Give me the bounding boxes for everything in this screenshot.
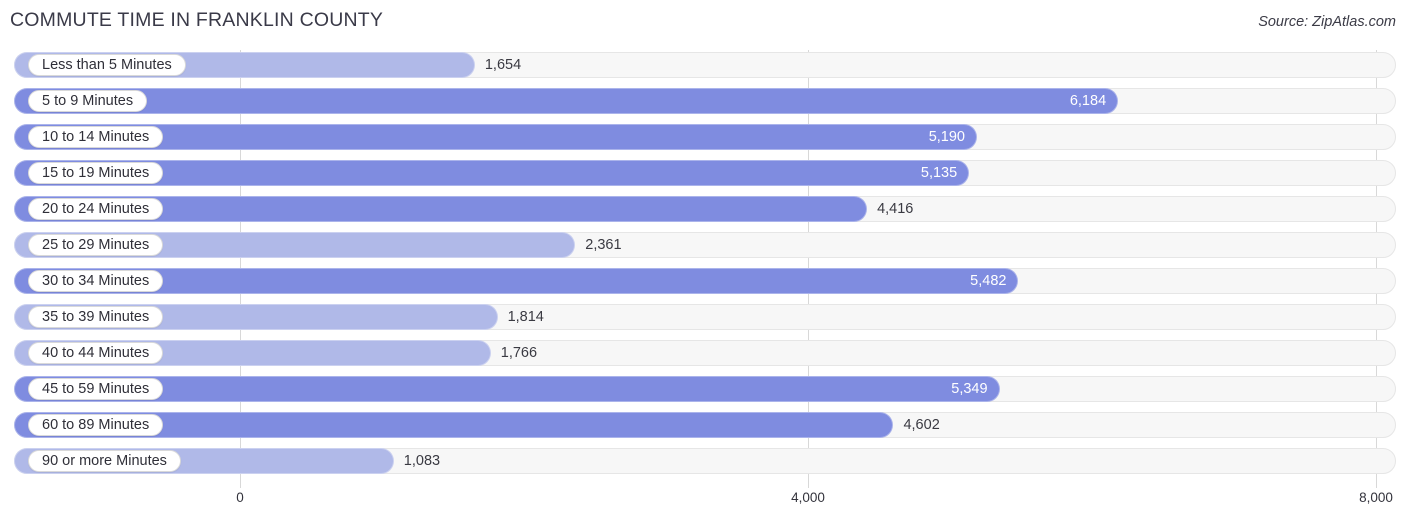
bar-row[interactable]: Less than 5 Minutes 1,654: [14, 52, 1396, 78]
bar-row[interactable]: 40 to 44 Minutes 1,766: [14, 340, 1396, 366]
bar-value-label: 5,135: [920, 165, 958, 181]
bar-value-label: 5,482: [970, 273, 1007, 289]
bar-category-label: 40 to 44 Minutes: [28, 342, 164, 364]
bar-category-label: 15 to 19 Minutes: [28, 162, 164, 184]
bar-value-label: 6,184: [1069, 93, 1107, 109]
bar-category-label: Less than 5 Minutes: [28, 54, 186, 76]
bar-row[interactable]: 10 to 14 Minutes 5,190: [14, 124, 1396, 150]
bar-category-label: 30 to 34 Minutes: [28, 270, 164, 292]
bar-value-label: 2,361: [585, 237, 622, 253]
bar-category-label: 10 to 14 Minutes: [28, 126, 164, 148]
bar-row[interactable]: 15 to 19 Minutes 5,135: [14, 160, 1396, 186]
bar-category-label: 90 or more Minutes: [28, 450, 181, 472]
bar-value-label: 4,416: [877, 201, 914, 217]
bar-category-label: 20 to 24 Minutes: [28, 198, 164, 220]
bar-category-label: 60 to 89 Minutes: [28, 414, 164, 436]
bar-category-label: 5 to 9 Minutes: [28, 90, 148, 112]
bar-row[interactable]: 30 to 34 Minutes 5,482: [14, 268, 1396, 294]
axis-tick-label: 4,000: [791, 490, 825, 505]
bar-rows: Less than 5 Minutes 1,654 5 to 9 Minutes 6,…: [0, 50, 1406, 488]
bar-row[interactable]: 5 to 9 Minutes 6,184: [14, 88, 1396, 114]
axis-tick-label: 0: [236, 490, 244, 505]
plot-area: Less than 5 Minutes 1,654 5 to 9 Minutes 6,…: [0, 50, 1406, 488]
bar-value-label: 5,349: [951, 381, 988, 397]
bar-value-label: 5,190: [928, 129, 965, 145]
page-title: COMMUTE TIME IN FRANKLIN COUNTY: [10, 9, 384, 31]
bar-value-label: 4,602: [903, 417, 940, 433]
bar-row[interactable]: 90 or more Minutes 1,083: [14, 448, 1396, 474]
axis-tick-label: 8,000: [1359, 490, 1393, 505]
bar-category-label: 35 to 39 Minutes: [28, 306, 164, 328]
source-attribution: Source: ZipAtlas.com: [1258, 14, 1396, 30]
bar[interactable]: [14, 88, 1119, 114]
chart-container: COMMUTE TIME IN FRANKLIN COUNTY Source: …: [0, 0, 1406, 522]
bar-category-label: 25 to 29 Minutes: [28, 234, 164, 256]
bar-row[interactable]: 25 to 29 Minutes 2,361: [14, 232, 1396, 258]
bar-value-label: 1,654: [484, 57, 522, 73]
bar-category-label: 45 to 59 Minutes: [28, 378, 164, 400]
bar-value-label: 1,766: [500, 345, 538, 361]
bar[interactable]: [14, 268, 1019, 294]
bar-row[interactable]: 35 to 39 Minutes 1,814: [14, 304, 1396, 330]
bar-value-label: 1,814: [507, 309, 544, 325]
bar-row[interactable]: 20 to 24 Minutes 4,416: [14, 196, 1396, 222]
bar-value-label: 1,083: [403, 453, 441, 469]
x-axis: 0 4,000 8,000: [0, 488, 1406, 522]
bar-row[interactable]: 45 to 59 Minutes 5,349: [14, 376, 1396, 402]
bar-row[interactable]: 60 to 89 Minutes 4,602: [14, 412, 1396, 438]
